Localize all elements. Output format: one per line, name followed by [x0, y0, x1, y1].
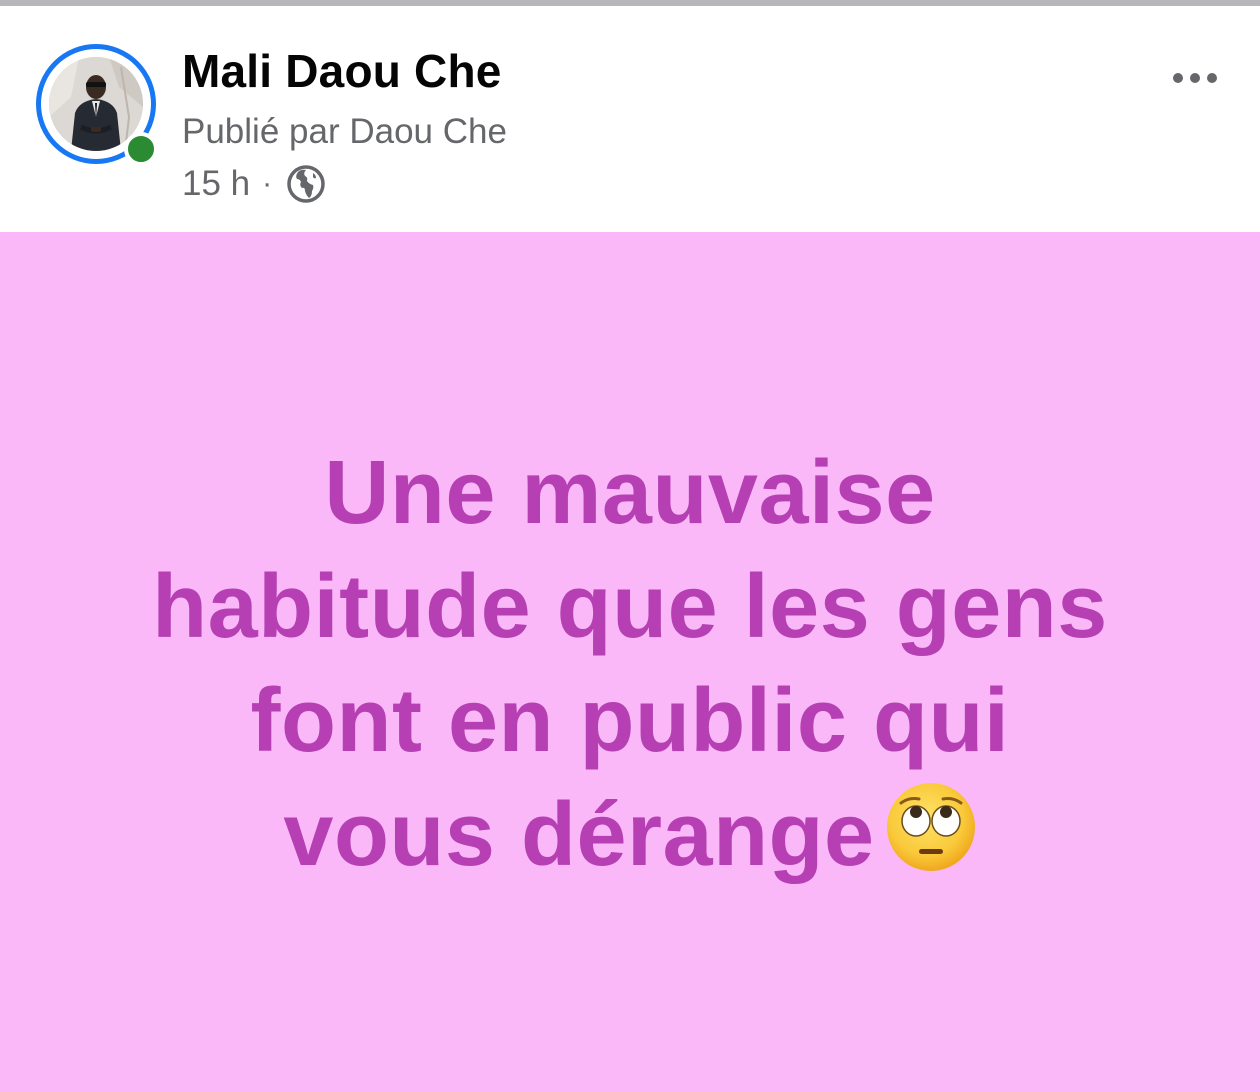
meta-separator: ·: [262, 167, 273, 200]
post-line: font en public qui: [250, 671, 1010, 771]
post-line: vous dérange: [283, 785, 875, 885]
published-by-text[interactable]: Publié par Daou Che: [182, 110, 507, 154]
online-status-indicator: [124, 132, 158, 166]
more-options-icon: [1173, 73, 1183, 83]
profile-avatar[interactable]: [36, 44, 158, 166]
post-line: habitude que les gens: [152, 557, 1108, 657]
post-timestamp[interactable]: 15 h: [182, 164, 250, 204]
post-meta: 15 h ·: [182, 162, 326, 206]
post-header: Mali Daou Che Publié par Daou Che 15 h ·: [0, 6, 1260, 232]
post-line-last: vous dérange: [60, 778, 1200, 892]
globe-icon[interactable]: [286, 164, 326, 204]
author-name[interactable]: Mali Daou Che: [182, 42, 502, 100]
post-message: Une mauvaise habitude que les gens font …: [60, 436, 1200, 892]
face-with-rolling-eyes-icon: [885, 781, 977, 873]
more-options-button[interactable]: [1160, 58, 1230, 98]
more-options-dot: [1207, 73, 1217, 83]
post-text-background[interactable]: Une mauvaise habitude que les gens font …: [0, 232, 1260, 1092]
post-line: Une mauvaise: [324, 443, 936, 543]
more-options-dot: [1190, 73, 1200, 83]
